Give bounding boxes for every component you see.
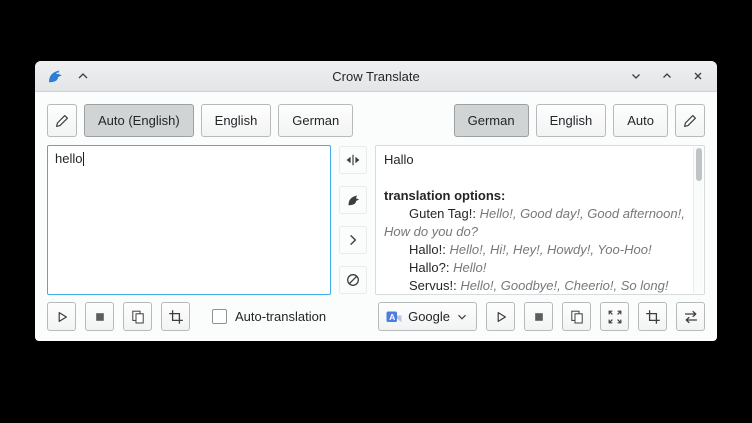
target-lang-auto-button[interactable]: Auto — [613, 104, 668, 137]
translation-option: Hallo?: Hello! — [384, 259, 686, 277]
speak-translation-button[interactable] — [486, 302, 515, 331]
target-language-bar: German English Auto — [454, 104, 705, 137]
titlebar[interactable]: Crow Translate — [35, 61, 717, 92]
chevron-down-icon — [456, 311, 468, 323]
swap-languages-icon — [345, 152, 361, 168]
source-lang-german-button[interactable]: German — [278, 104, 353, 137]
source-text: hello — [55, 151, 82, 166]
window-title: Crow Translate — [35, 69, 717, 84]
engine-selected-value: Google — [408, 309, 450, 324]
window-menu-button[interactable] — [45, 67, 63, 85]
maximize-button[interactable] — [658, 67, 676, 85]
pencil-icon — [54, 113, 70, 129]
stop-icon — [531, 309, 547, 325]
pencil-icon — [682, 113, 698, 129]
engine-selector[interactable]: A Google — [378, 302, 477, 331]
target-lang-german-button[interactable]: German — [454, 104, 529, 137]
blank-line — [384, 169, 686, 187]
translation-options-heading: translation options: — [384, 187, 686, 205]
chevron-right-icon — [345, 232, 361, 248]
swap-horizontal-icon — [683, 309, 699, 325]
play-icon — [54, 309, 70, 325]
crow-app-icon — [46, 68, 63, 85]
ocr-capture-button[interactable] — [161, 302, 190, 331]
target-lang-english-button[interactable]: English — [536, 104, 607, 137]
close-button[interactable] — [689, 67, 707, 85]
ocr-translate-button[interactable] — [638, 302, 667, 331]
vertical-scrollbar[interactable] — [693, 147, 703, 293]
google-translate-icon: A — [386, 309, 402, 325]
crop-icon — [168, 309, 184, 325]
translation-main-text: Hallo — [384, 151, 686, 169]
chevron-up-icon — [660, 69, 674, 83]
crow-icon — [345, 192, 361, 208]
crop-icon — [645, 309, 661, 325]
middle-toolbar — [331, 145, 375, 295]
speak-source-button[interactable] — [47, 302, 76, 331]
translation-toolbar: A Google — [378, 302, 705, 331]
close-icon — [691, 69, 705, 83]
stop-icon — [92, 309, 108, 325]
translate-button[interactable] — [339, 186, 367, 214]
edit-source-languages-button[interactable] — [47, 104, 77, 137]
translation-option: Hallo!: Hello!, Hi!, Hey!, Howdy!, Yoo-H… — [384, 241, 686, 259]
svg-text:A: A — [389, 311, 395, 321]
cancel-icon — [345, 272, 361, 288]
cancel-button[interactable] — [339, 266, 367, 294]
auto-translation-checkbox[interactable]: Auto-translation — [212, 309, 326, 324]
source-lang-auto-button[interactable]: Auto (English) — [84, 104, 194, 137]
auto-translation-label: Auto-translation — [235, 309, 326, 324]
stop-translation-speech-button[interactable] — [524, 302, 553, 331]
play-icon — [493, 309, 509, 325]
expand-icon — [607, 309, 623, 325]
translation-output[interactable]: Hallo translation options: Guten Tag!: H… — [375, 145, 705, 295]
copy-icon — [130, 309, 146, 325]
window-content: Auto (English) English German German Eng… — [35, 92, 717, 341]
copy-to-source-button[interactable] — [339, 226, 367, 254]
expand-translation-button[interactable] — [600, 302, 629, 331]
source-language-bar: Auto (English) English German — [47, 104, 353, 137]
swap-translation-button[interactable] — [676, 302, 705, 331]
source-lang-english-button[interactable]: English — [201, 104, 272, 137]
scrollbar-thumb[interactable] — [696, 148, 702, 181]
checkbox-box[interactable] — [212, 309, 227, 324]
text-cursor — [83, 152, 84, 166]
copy-translation-button[interactable] — [562, 302, 591, 331]
source-text-area[interactable]: hello — [47, 145, 331, 295]
chevron-down-icon — [629, 69, 643, 83]
keep-above-button[interactable] — [74, 67, 92, 85]
source-toolbar: Auto-translation — [47, 302, 326, 331]
copy-source-button[interactable] — [123, 302, 152, 331]
swap-languages-button[interactable] — [339, 146, 367, 174]
stop-source-speech-button[interactable] — [85, 302, 114, 331]
minimize-button[interactable] — [627, 67, 645, 85]
app-window: Crow Translate — [35, 61, 717, 341]
edit-target-languages-button[interactable] — [675, 104, 705, 137]
translation-option: Guten Tag!: Hello!, Good day!, Good afte… — [384, 205, 686, 241]
chevron-up-icon — [76, 69, 90, 83]
copy-icon — [569, 309, 585, 325]
translation-option: Servus!: Hello!, Goodbye!, Cheerio!, So … — [384, 277, 686, 295]
